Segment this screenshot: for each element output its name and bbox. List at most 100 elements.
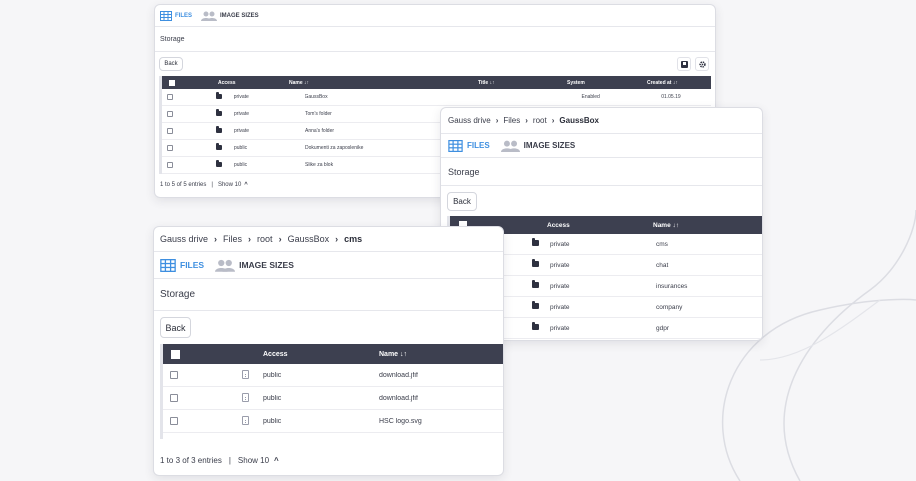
toolbar: Back bbox=[441, 186, 762, 216]
row-system: Enabled bbox=[581, 94, 600, 100]
tab-files[interactable]: FILES bbox=[160, 10, 192, 21]
storage-title: Storage bbox=[160, 289, 196, 300]
tab-files[interactable]: FILES bbox=[448, 139, 490, 152]
download-button[interactable] bbox=[677, 57, 691, 71]
tab-files[interactable]: FILES bbox=[160, 258, 204, 272]
row-name: company bbox=[656, 303, 683, 311]
row-checkbox[interactable] bbox=[167, 111, 173, 117]
tab-image-sizes[interactable]: IMAGE SIZES bbox=[201, 11, 259, 21]
chevron-up-icon[interactable]: ^ bbox=[244, 182, 248, 188]
column-access: Access bbox=[218, 79, 236, 86]
row-access: private bbox=[233, 94, 249, 100]
breadcrumb-current: GaussBox bbox=[559, 116, 599, 125]
row-checkbox[interactable] bbox=[167, 94, 173, 100]
file-icon bbox=[242, 392, 249, 402]
folder-icon bbox=[216, 108, 222, 116]
chevron-right-icon: › bbox=[551, 116, 555, 125]
storage-panel-cms: Gauss drive › Files › root › GaussBox › … bbox=[153, 226, 504, 476]
row-access: private bbox=[234, 111, 250, 117]
tab-bar: FILES IMAGE SIZES bbox=[155, 5, 715, 27]
folder-icon bbox=[532, 301, 539, 309]
breadcrumb-files[interactable]: Files bbox=[503, 116, 520, 125]
entries-count: 1 to 5 of 5 entries bbox=[160, 182, 207, 188]
storage-title: Storage bbox=[160, 35, 185, 43]
breadcrumb: Gauss drive › Files › root › GaussBox bbox=[441, 108, 762, 134]
file-icon bbox=[242, 369, 249, 379]
breadcrumb-root[interactable]: root bbox=[257, 234, 273, 244]
back-button[interactable]: Back bbox=[160, 317, 191, 338]
file-icon bbox=[242, 415, 249, 425]
toolbar: Back bbox=[155, 52, 715, 76]
column-name[interactable]: Name ↓↑ bbox=[379, 351, 479, 358]
page-size-select[interactable]: Show 10 bbox=[238, 456, 269, 465]
table-row[interactable]: public download.jfif bbox=[163, 364, 503, 387]
tab-image-sizes-label: IMAGE SIZES bbox=[239, 260, 294, 270]
breadcrumb-gauss-drive[interactable]: Gauss drive bbox=[160, 234, 208, 244]
breadcrumb-gaussbox[interactable]: GaussBox bbox=[288, 234, 330, 244]
tab-image-sizes[interactable]: IMAGE SIZES bbox=[215, 259, 294, 272]
row-checkbox[interactable] bbox=[170, 417, 178, 425]
storage-heading: Storage bbox=[154, 279, 503, 311]
row-access: public bbox=[263, 394, 282, 402]
tab-bar: FILES IMAGE SIZES bbox=[441, 134, 762, 158]
row-name: chat bbox=[656, 261, 669, 269]
row-checkbox[interactable] bbox=[167, 162, 173, 168]
column-name[interactable]: Name ↓↑ bbox=[289, 80, 478, 86]
table-row[interactable]: public HSC logo.svg bbox=[163, 410, 503, 433]
row-name: HSC logo.svg bbox=[379, 417, 422, 425]
breadcrumb-files[interactable]: Files bbox=[223, 234, 242, 244]
row-access: private bbox=[550, 303, 570, 311]
row-checkbox[interactable] bbox=[167, 145, 173, 151]
table-header: Access Name ↓↑ bbox=[163, 344, 503, 364]
tab-files-label: FILES bbox=[467, 141, 490, 150]
folder-icon bbox=[532, 238, 539, 246]
breadcrumb-root[interactable]: root bbox=[533, 116, 547, 125]
back-button[interactable]: Back bbox=[447, 191, 477, 211]
row-access: public bbox=[234, 162, 248, 168]
gear-icon bbox=[698, 60, 706, 68]
users-icon bbox=[500, 140, 520, 152]
table-header: Access Name ↓↑ Title ↓↑ System Created a… bbox=[162, 76, 711, 89]
storage-heading: Storage bbox=[155, 27, 715, 52]
breadcrumb-current: cms bbox=[344, 234, 363, 244]
row-name: gdpr bbox=[656, 324, 670, 332]
table-row[interactable]: public download.jfif bbox=[163, 387, 503, 410]
row-access: private bbox=[550, 261, 570, 269]
storage-heading: Storage bbox=[441, 158, 762, 186]
column-created[interactable]: Created at ↓↑ bbox=[647, 80, 707, 86]
chevron-right-icon: › bbox=[248, 234, 252, 244]
row-access: public bbox=[263, 371, 282, 379]
grid-table-icon bbox=[448, 139, 463, 152]
footer-separator: | bbox=[228, 456, 231, 465]
select-all-checkbox[interactable] bbox=[171, 349, 180, 359]
row-access: public bbox=[234, 145, 248, 151]
users-icon bbox=[201, 11, 218, 21]
back-button[interactable]: Back bbox=[159, 57, 183, 71]
chevron-right-icon: › bbox=[525, 116, 528, 125]
column-system: System bbox=[567, 79, 585, 86]
table-footer: 1 to 5 of 5 entries | Show 10 ^ bbox=[160, 182, 248, 188]
page-size-select[interactable]: Show 10 bbox=[218, 182, 241, 188]
toolbar-actions bbox=[677, 57, 709, 71]
table-row[interactable]: private GaussBox Enabled 01.05.19 bbox=[162, 89, 711, 106]
tab-image-sizes[interactable]: IMAGE SIZES bbox=[500, 140, 575, 152]
row-checkbox[interactable] bbox=[170, 371, 178, 379]
tab-bar: FILES IMAGE SIZES bbox=[154, 252, 503, 279]
row-access: private bbox=[550, 324, 570, 332]
column-name[interactable]: Name ↓↑ bbox=[653, 222, 753, 229]
files-table: Access Name ↓↑ public download.jfif publ… bbox=[160, 344, 503, 439]
column-title[interactable]: Title ↓↑ bbox=[478, 80, 567, 86]
settings-button[interactable] bbox=[695, 57, 709, 71]
breadcrumb-gauss-drive[interactable]: Gauss drive bbox=[448, 116, 491, 125]
column-access: Access bbox=[547, 221, 570, 229]
select-all-checkbox[interactable] bbox=[169, 79, 175, 86]
row-access: private bbox=[234, 128, 250, 134]
footer-separator: | bbox=[211, 182, 213, 188]
chevron-up-icon[interactable]: ^ bbox=[274, 456, 279, 465]
row-access: private bbox=[550, 282, 570, 290]
row-name: download.jfif bbox=[379, 394, 418, 402]
row-checkbox[interactable] bbox=[170, 394, 178, 402]
toolbar: Back bbox=[154, 311, 503, 344]
row-checkbox[interactable] bbox=[167, 128, 173, 134]
grid-table-icon bbox=[160, 258, 176, 272]
